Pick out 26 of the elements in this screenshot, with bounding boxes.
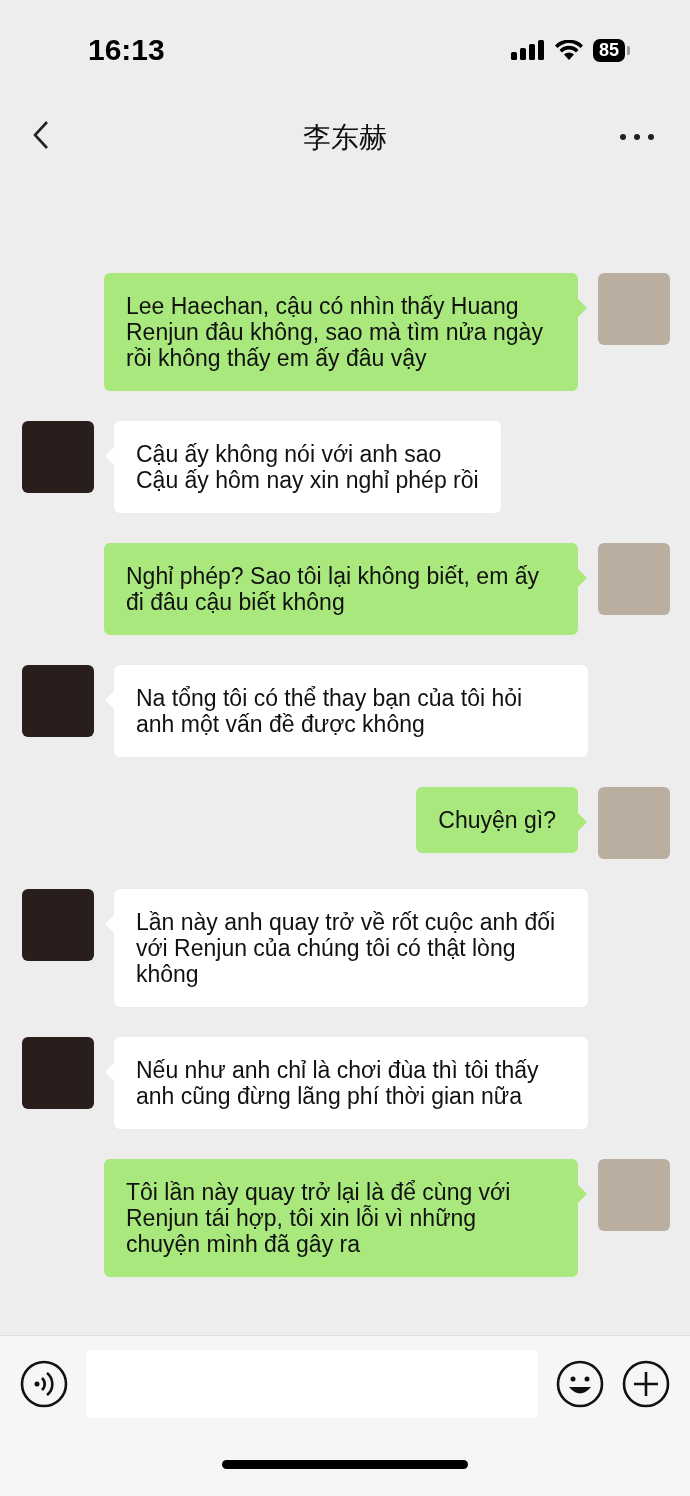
avatar-photo[interactable]: [598, 543, 670, 615]
avatar-photo[interactable]: [22, 889, 94, 961]
message-bubble: Lần này anh quay trở về rốt cuộc anh đối với Renjun của chúng tôi có thật lòng không: [114, 889, 588, 1007]
emoji-icon[interactable]: [556, 1360, 604, 1408]
battery-level: 85: [592, 38, 625, 62]
message-bubble: Lee Haechan, cậu có nhìn thấy Huang Renjun đâu không, sao mà tìm nửa ngày rồi không thấy em ấy đâu vậy: [104, 273, 578, 391]
avatar-photo[interactable]: [22, 665, 94, 737]
message-bubble: Chuyện gì?: [416, 787, 578, 853]
message-bubble: Tôi lần này quay trở lại là để cùng với Renjun tái hợp, tôi xin lỗi vì những chuyện mình đã gây ra: [104, 1159, 578, 1277]
back-icon[interactable]: [32, 120, 50, 150]
more-icon[interactable]: [620, 134, 654, 140]
avatar-photo[interactable]: [598, 273, 670, 345]
add-icon[interactable]: [622, 1360, 670, 1408]
message-bubble: Nghỉ phép? Sao tôi lại không biết, em ấy đi đâu cậu biết không: [104, 543, 578, 635]
avatar-photo[interactable]: [598, 1159, 670, 1231]
wifi-icon: [554, 40, 583, 60]
avatar-photo[interactable]: [22, 1037, 94, 1109]
message-bubble: Nếu như anh chỉ là chơi đùa thì tôi thấy anh cũng đừng lãng phí thời gian nữa: [114, 1037, 588, 1129]
status-time: 16:13: [88, 33, 165, 67]
avatar-photo[interactable]: [598, 787, 670, 859]
message-bubble: Cậu ấy không nói với anh sao Cậu ấy hôm nay xin nghỉ phép rồi: [114, 421, 501, 513]
voice-icon[interactable]: [20, 1360, 68, 1408]
chat-title: 李东赫: [303, 120, 387, 155]
message-bubble: Na tổng tôi có thể thay bạn của tôi hỏi anh một vấn đề được không: [114, 665, 588, 757]
signal-icon: [510, 40, 545, 60]
avatar-photo[interactable]: [22, 421, 94, 493]
